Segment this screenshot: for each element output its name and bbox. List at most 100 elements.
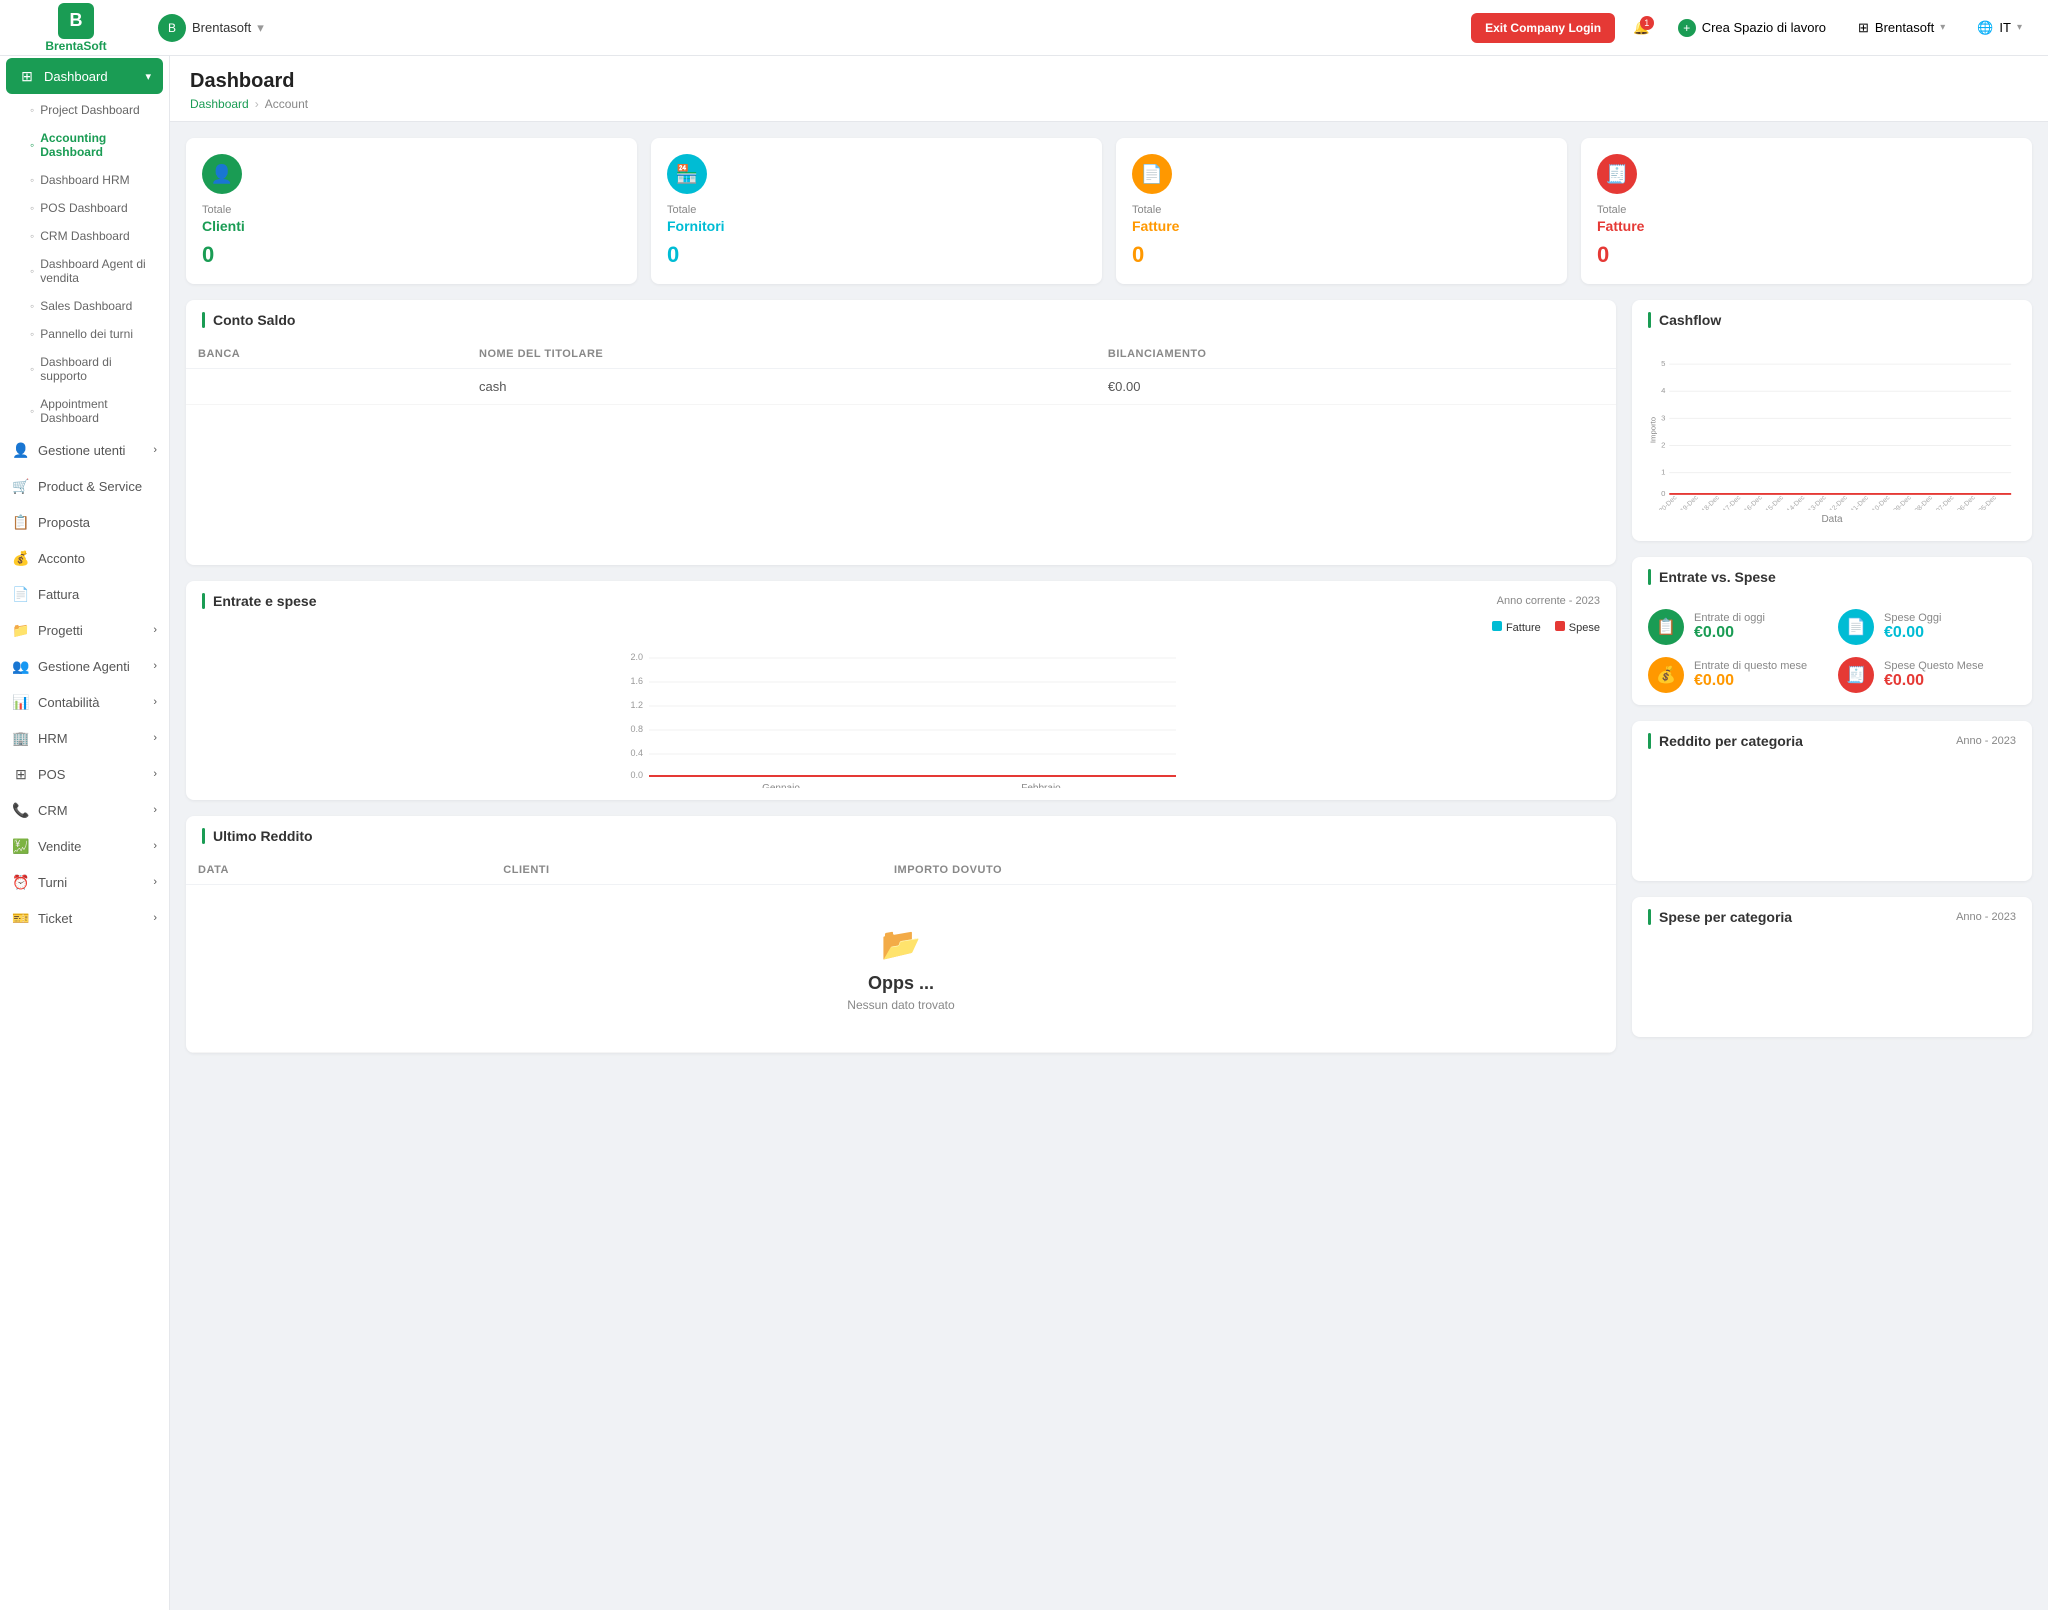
sidebar-item-accounting-dashboard[interactable]: Accounting Dashboard <box>0 124 169 166</box>
evs-spese-oggi-label: Spese Oggi <box>1884 612 1941 624</box>
sidebar-item-gestione-utenti[interactable]: 👤 Gestione utenti › <box>0 432 169 468</box>
users-icon: 👤 <box>12 441 30 459</box>
sidebar-item-dashboard-hrm[interactable]: Dashboard HRM <box>0 166 169 194</box>
svg-text:Importo: Importo <box>1649 417 1658 443</box>
reddito-categoria-panel: Reddito per categoria Anno - 2023 <box>1632 721 2032 881</box>
sidebar-item-crm-dashboard[interactable]: CRM Dashboard <box>0 222 169 250</box>
ticket-icon: 🎫 <box>12 909 30 927</box>
legend-spese: Spese <box>1555 621 1600 634</box>
dashboard-icon: ⊞ <box>18 67 36 85</box>
svg-text:06-Dec: 06-Dec <box>1956 494 1977 510</box>
sidebar-item-proposta[interactable]: 📋 Proposta <box>0 504 169 540</box>
contabilita-label: Contabilità <box>38 695 99 710</box>
sidebar-item-agent-dashboard[interactable]: Dashboard Agent di vendita <box>0 250 169 292</box>
sidebar-item-dashboard[interactable]: ⊞ Dashboard ▾ <box>6 58 163 94</box>
svg-text:1.2: 1.2 <box>630 700 643 710</box>
chevron-down-icon: ▾ <box>257 20 264 36</box>
fattura-label: Fattura <box>38 587 79 602</box>
vendite-icon: 💹 <box>12 837 30 855</box>
svg-text:1.6: 1.6 <box>630 676 643 686</box>
chevron-right-icon-3: › <box>153 660 157 672</box>
svg-text:11-Dec: 11-Dec <box>1850 494 1870 510</box>
svg-text:18-Dec: 18-Dec <box>1701 494 1722 510</box>
stat-card-fatture-orange: 📄 Totale Fatture 0 <box>1116 138 1567 284</box>
notifications-button[interactable]: 🔔 1 <box>1627 14 1656 42</box>
empty-title: Opps ... <box>228 973 1574 994</box>
company-selector[interactable]: B Brentasoft ▾ <box>148 8 274 48</box>
agenti-label: Gestione Agenti <box>38 659 130 674</box>
conto-saldo-panel: Conto Saldo BANCA NOME DEL TITOLARE BILA… <box>186 300 1616 565</box>
sidebar-item-fattura[interactable]: 📄 Fattura <box>0 576 169 612</box>
logo: B BrentaSoft <box>16 3 136 53</box>
fornitori-label: Totale <box>667 204 1086 216</box>
svg-text:16-Dec: 16-Dec <box>1743 494 1764 510</box>
stat-card-clienti: 👤 Totale Clienti 0 <box>186 138 637 284</box>
agent-dashboard-label: Dashboard Agent di vendita <box>40 257 157 285</box>
cashflow-header: Cashflow <box>1632 300 2032 340</box>
evs-item-entrate-oggi: 📋 Entrate di oggi €0.00 <box>1648 609 1826 645</box>
sidebar-item-progetti[interactable]: 📁 Progetti › <box>0 612 169 648</box>
chevron-right-icon-2: › <box>153 624 157 636</box>
hrm-icon: 🏢 <box>12 729 30 747</box>
left-column: Conto Saldo BANCA NOME DEL TITOLARE BILA… <box>186 300 1616 1053</box>
clienti-icon: 👤 <box>202 154 242 194</box>
svg-text:12-Dec: 12-Dec <box>1829 494 1850 510</box>
cell-banca <box>186 369 467 405</box>
fornitori-title: Fornitori <box>667 218 1086 234</box>
sidebar-item-hrm[interactable]: 🏢 HRM › <box>0 720 169 756</box>
sidebar-item-acconto[interactable]: 💰 Acconto <box>0 540 169 576</box>
spese-categoria-subtitle: Anno - 2023 <box>1956 911 2016 923</box>
sidebar-item-appointment[interactable]: Appointment Dashboard <box>0 390 169 432</box>
cashflow-axis-label: Data <box>1648 514 2016 525</box>
svg-text:08-Dec: 08-Dec <box>1914 494 1935 510</box>
breadcrumb-home[interactable]: Dashboard <box>190 97 249 111</box>
contabilita-icon: 📊 <box>12 693 30 711</box>
svg-text:19-Dec: 19-Dec <box>1679 494 1700 510</box>
sidebar-item-gestione-agenti[interactable]: 👥 Gestione Agenti › <box>0 648 169 684</box>
svg-text:13-Dec: 13-Dec <box>1807 494 1828 510</box>
evs-entrate-mese-icon: 💰 <box>1648 657 1684 693</box>
sidebar-item-contabilita[interactable]: 📊 Contabilità › <box>0 684 169 720</box>
sidebar-item-product-service[interactable]: 🛒 Product & Service <box>0 468 169 504</box>
reddito-categoria-title: Reddito per categoria <box>1648 733 1803 749</box>
crm-label: CRM <box>38 803 68 818</box>
sidebar-item-supporto[interactable]: Dashboard di supporto <box>0 348 169 390</box>
sidebar-item-turni-nav[interactable]: ⏰ Turni › <box>0 864 169 900</box>
chevron-right-icon-6: › <box>153 768 157 780</box>
evs-entrate-mese-label: Entrate di questo mese <box>1694 660 1807 672</box>
create-workspace-button[interactable]: + Crea Spazio di lavoro <box>1668 13 1836 43</box>
exit-company-button[interactable]: Exit Company Login <box>1471 13 1615 43</box>
fatture-red-icon: 🧾 <box>1597 154 1637 194</box>
evs-spese-oggi-value: €0.00 <box>1884 624 1941 642</box>
agenti-icon: 👥 <box>12 657 30 675</box>
clienti-label: Totale <box>202 204 621 216</box>
conto-saldo-title: Conto Saldo <box>202 312 295 328</box>
sidebar-item-ticket[interactable]: 🎫 Ticket › <box>0 900 169 936</box>
fatture-orange-value: 0 <box>1132 242 1551 268</box>
company-menu-button[interactable]: ⊞ Brentasoft ▾ <box>1848 14 1955 42</box>
sidebar-item-project-dashboard[interactable]: Project Dashboard <box>0 96 169 124</box>
sidebar-item-crm[interactable]: 📞 CRM › <box>0 792 169 828</box>
project-dashboard-label: Project Dashboard <box>40 103 139 117</box>
fatture-orange-title: Fatture <box>1132 218 1551 234</box>
chevron-right-icon-7: › <box>153 804 157 816</box>
svg-text:14-Dec: 14-Dec <box>1786 494 1807 510</box>
reddito-categoria-subtitle: Anno - 2023 <box>1956 735 2016 747</box>
sidebar-item-sales-dashboard[interactable]: Sales Dashboard <box>0 292 169 320</box>
turni-label: Pannello dei turni <box>40 327 133 341</box>
sidebar-item-vendite[interactable]: 💹 Vendite › <box>0 828 169 864</box>
legend-fatture: Fatture <box>1492 621 1541 634</box>
sidebar-item-pos[interactable]: ⊞ POS › <box>0 756 169 792</box>
col-titolare: NOME DEL TITOLARE <box>467 340 1096 369</box>
sidebar-item-pos-dashboard[interactable]: POS Dashboard <box>0 194 169 222</box>
sidebar-item-turni[interactable]: Pannello dei turni <box>0 320 169 348</box>
chevron-right-icon-5: › <box>153 732 157 744</box>
evs-entrate-oggi-value: €0.00 <box>1694 624 1765 642</box>
evs-item-spese-mese: 🧾 Spese Questo Mese €0.00 <box>1838 657 2016 693</box>
fatture-red-title: Fatture <box>1597 218 2016 234</box>
language-button[interactable]: 🌐 IT ▾ <box>1967 14 2032 42</box>
table-row: 📂 Opps ... Nessun dato trovato <box>186 885 1616 1053</box>
ultimo-reddito-header: Ultimo Reddito <box>186 816 1616 856</box>
evs-spese-oggi-icon: 📄 <box>1838 609 1874 645</box>
product-icon: 🛒 <box>12 477 30 495</box>
